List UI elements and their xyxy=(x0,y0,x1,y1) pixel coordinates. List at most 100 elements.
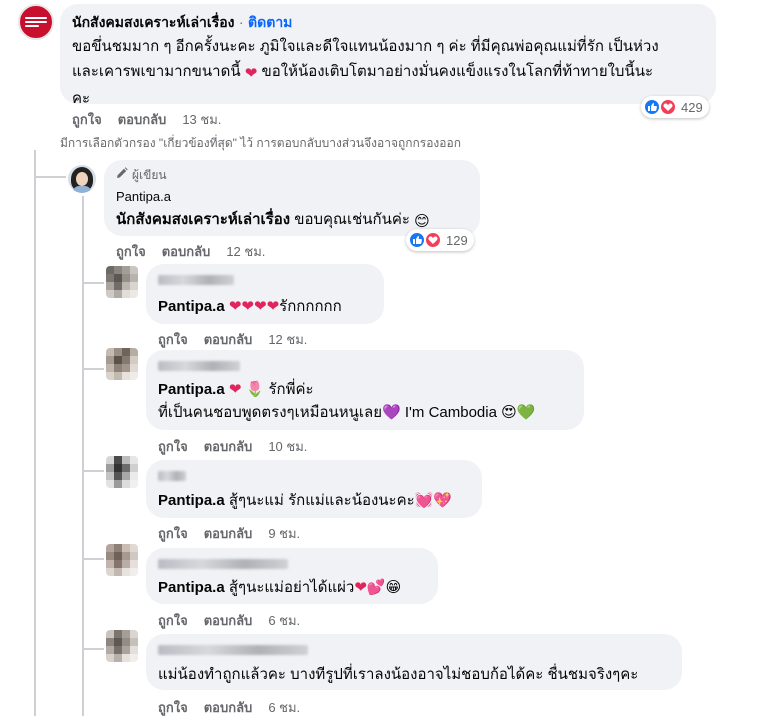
like-button[interactable]: ถูกใจ xyxy=(158,436,188,457)
mention-link[interactable]: Pantipa.a xyxy=(158,381,225,398)
heart-emoji: ❤❤❤❤ xyxy=(228,298,280,315)
reply-button[interactable]: ตอบกลับ xyxy=(204,610,253,631)
redacted-name[interactable] xyxy=(158,645,308,655)
reply-body-3: I'm Cambodia xyxy=(404,404,497,421)
reply-actions: ถูกใจ ตอบกลับ 9 ชม. xyxy=(158,523,300,544)
author-tag-label: ผู้เขียน xyxy=(132,168,167,182)
reply-avatar[interactable] xyxy=(106,544,138,576)
thread-line-elbow-3 xyxy=(82,470,104,472)
author-reply-bubble: ผู้เขียน Pantipa.a นักสังคมสงเคราะห์เล่า… xyxy=(104,160,480,236)
timestamp[interactable]: 9 ชม. xyxy=(268,523,300,544)
timestamp[interactable]: 13 ชม. xyxy=(182,109,221,130)
author-reply-name[interactable]: Pantipa.a xyxy=(116,188,468,206)
main-comment-line-1: ขอขึ่นชมมาก ๆ อีกครั้งนะคะ ภูมิใจและดีใจ… xyxy=(72,38,659,55)
thread-line-replies xyxy=(82,196,84,716)
page-avatar[interactable] xyxy=(18,4,54,40)
main-comment-line-3: คะ xyxy=(72,90,91,107)
reply-avatar[interactable] xyxy=(106,630,138,662)
love-reaction-icon xyxy=(659,98,677,116)
heart-emoji: ❤ xyxy=(244,65,258,82)
author-reply-reactions[interactable]: 129 xyxy=(406,229,474,251)
timestamp[interactable]: 6 ชม. xyxy=(268,610,300,631)
like-button[interactable]: ถูกใจ xyxy=(116,241,146,262)
reply-actions: ถูกใจ ตอบกลับ 6 ชม. xyxy=(158,610,300,631)
author-reply-actions: ถูกใจ ตอบกลับ 12 ชม. xyxy=(116,241,265,262)
thread-line-elbow-4 xyxy=(82,558,104,560)
author-avatar[interactable] xyxy=(68,165,96,193)
like-button[interactable]: ถูกใจ xyxy=(158,610,188,631)
reply-body: สู้ๆนะแม่อย่าได้แผ่ว xyxy=(228,579,355,596)
reply-avatar[interactable] xyxy=(106,266,138,298)
reply-avatar[interactable] xyxy=(106,456,138,488)
hearts-emoji: 💓💖 xyxy=(414,492,453,509)
thread-line-elbow-1 xyxy=(82,282,104,284)
rose-emoji: 🌷 xyxy=(245,381,265,398)
redacted-name[interactable] xyxy=(158,275,234,285)
reply-text: Pantipa.a สู้ๆนะแม่อย่าได้แผ่ว❤💕😁 xyxy=(158,577,426,598)
love-reaction-icon xyxy=(424,231,442,249)
reply-text: Pantipa.a สู้ๆนะแม่ รักแม่และน้องนะคะ💓💖 xyxy=(158,490,470,511)
like-button[interactable]: ถูกใจ xyxy=(158,329,188,350)
follow-button[interactable]: ติดตาม xyxy=(248,14,292,30)
reply-avatar[interactable] xyxy=(106,348,138,380)
like-button[interactable]: ถูกใจ xyxy=(72,109,102,130)
reply-actions: ถูกใจ ตอบกลับ 12 ชม. xyxy=(158,329,307,350)
reply-body: รักพี่ค่ะ xyxy=(268,381,314,398)
separator: · xyxy=(238,14,244,30)
filter-notice: มีการเลือกตัวกรอง "เกี่ยวข้องที่สุด" ไว้… xyxy=(60,136,461,150)
timestamp[interactable]: 12 ชม. xyxy=(268,329,307,350)
main-comment-line-2b: ขอให้น้องเติบโตมาอย่างมั่นคงแข็งแรงในโลก… xyxy=(261,63,654,80)
reply-bubble: Pantipa.a ❤❤❤❤รักกกกกก xyxy=(146,264,384,324)
grin-emoji: 😁 xyxy=(385,579,402,596)
reply-text-line-1: Pantipa.a ❤ 🌷 รักพี่ค่ะ xyxy=(158,379,572,400)
reply-bubble: Pantipa.a สู้ๆนะแม่อย่าได้แผ่ว❤💕😁 xyxy=(146,548,438,604)
thread-line-elbow-5 xyxy=(82,648,104,650)
main-comment-line-2: และเคารพเขามากขนาดนี้ ❤ ขอให้น้องเติบโตม… xyxy=(72,61,704,84)
heart-eyes-emoji: 😍 xyxy=(501,404,517,421)
green-heart-emoji: 💚 xyxy=(516,404,536,421)
timestamp[interactable]: 6 ชม. xyxy=(268,697,300,716)
author-reply-reaction-count: 129 xyxy=(446,232,468,248)
mention-link[interactable]: Pantipa.a xyxy=(158,579,225,596)
thread-line-main xyxy=(34,150,36,716)
mention-link[interactable]: Pantipa.a xyxy=(158,492,225,509)
reply-button[interactable]: ตอบกลับ xyxy=(118,109,167,130)
main-comment-reaction-count: 429 xyxy=(681,99,703,115)
reply-body: รักกกกกก xyxy=(279,298,342,315)
reply-bubble: Pantipa.a สู้ๆนะแม่ รักแม่และน้องนะคะ💓💖 xyxy=(146,460,482,518)
timestamp[interactable]: 10 ชม. xyxy=(268,436,307,457)
thread-line-elbow-author xyxy=(34,176,66,178)
reply-bubble: Pantipa.a ❤ 🌷 รักพี่ค่ะ ที่เป็นคนชอบพูดต… xyxy=(146,350,584,430)
main-comment-reactions[interactable]: 429 xyxy=(641,96,709,118)
mention-link[interactable]: นักสังคมสงเคราะห์เล่าเรื่อง xyxy=(116,211,290,228)
main-comment-line-2a: และเคารพเขามากขนาดนี้ xyxy=(72,63,241,80)
timestamp[interactable]: 12 ชม. xyxy=(226,241,265,262)
reply-button[interactable]: ตอบกลับ xyxy=(162,241,211,262)
reply-text: แม่น้องทำถูกแล้วคะ บางทีรูปที่เราลงน้องอ… xyxy=(158,666,639,683)
author-badge: ผู้เขียน xyxy=(116,167,468,183)
main-comment-bubble: นักสังคมสงเคราะห์เล่าเรื่อง · ติดตาม ขอข… xyxy=(60,4,716,107)
reply-actions: ถูกใจ ตอบกลับ 6 ชม. xyxy=(158,697,300,716)
heart-emoji: ❤💕 xyxy=(354,579,386,596)
like-button[interactable]: ถูกใจ xyxy=(158,697,188,716)
reply-bubble: แม่น้องทำถูกแล้วคะ บางทีรูปที่เราลงน้องอ… xyxy=(146,634,682,690)
author-reply-body: ขอบคุณเช่นกันค่ะ xyxy=(294,211,410,228)
main-comment-actions: ถูกใจ ตอบกลับ 13 ชม. xyxy=(72,109,221,130)
redacted-name[interactable] xyxy=(158,559,288,569)
reply-actions: ถูกใจ ตอบกลับ 10 ชม. xyxy=(158,436,307,457)
reply-button[interactable]: ตอบกลับ xyxy=(204,436,253,457)
main-comment-author[interactable]: นักสังคมสงเคราะห์เล่าเรื่อง xyxy=(72,14,234,30)
redacted-name[interactable] xyxy=(158,471,186,481)
purple-heart-emoji: 💜 xyxy=(382,404,401,421)
thread-line-elbow-2 xyxy=(82,368,104,370)
like-button[interactable]: ถูกใจ xyxy=(158,523,188,544)
reply-body: สู้ๆนะแม่ รักแม่และน้องนะคะ xyxy=(228,492,415,509)
reply-button[interactable]: ตอบกลับ xyxy=(204,329,253,350)
redacted-name[interactable] xyxy=(158,361,240,371)
reply-button[interactable]: ตอบกลับ xyxy=(204,697,253,716)
reply-text-line-2: ที่เป็นคนชอบพูดตรงๆเหมือนหนูเลย💜 I'm Cam… xyxy=(158,402,572,423)
reply-body-2: ที่เป็นคนชอบพูดตรงๆเหมือนหนูเลย xyxy=(158,404,383,421)
reply-text: Pantipa.a ❤❤❤❤รักกกกกก xyxy=(158,296,372,317)
mention-link[interactable]: Pantipa.a xyxy=(158,298,225,315)
reply-button[interactable]: ตอบกลับ xyxy=(204,523,253,544)
